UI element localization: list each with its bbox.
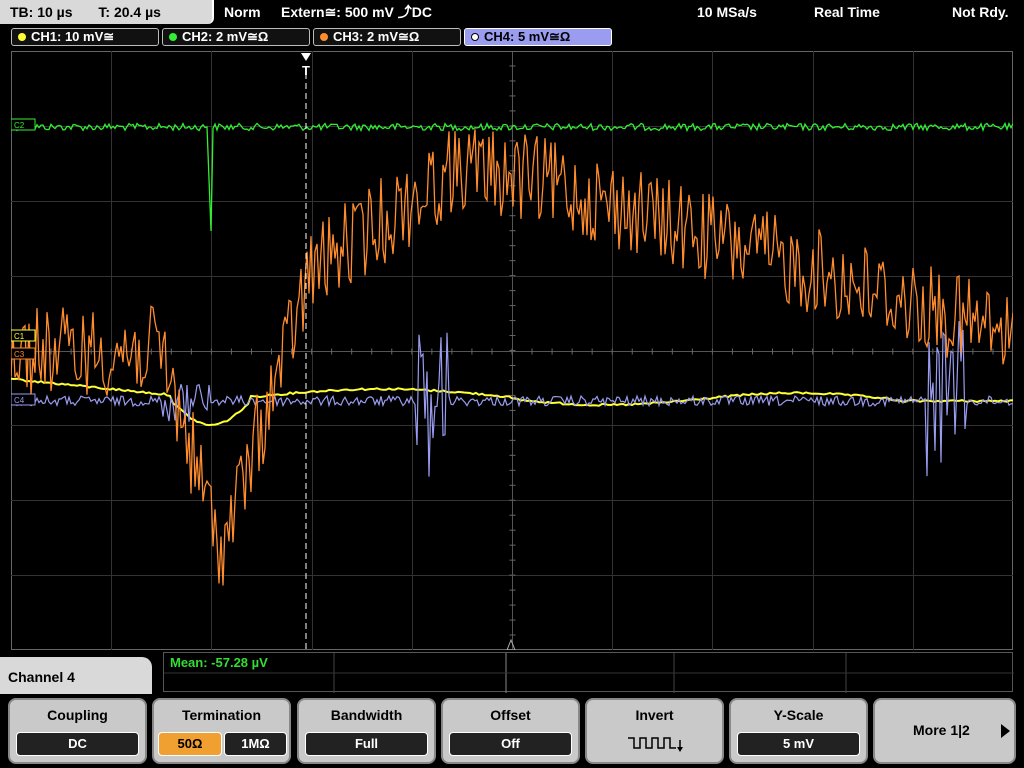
status-bar: TB: 10 µs T: 20.4 µs Norm Extern≅: 500 m… <box>0 0 1024 24</box>
coupling-title: Coupling <box>47 707 108 723</box>
graticule-grid <box>11 51 1013 650</box>
next-page-arrow-icon <box>1001 724 1010 738</box>
channel-4-marker[interactable]: C4 <box>11 393 36 406</box>
channel-3-color-dot <box>320 32 328 41</box>
more-softkey[interactable]: More 1|2 <box>873 698 1016 764</box>
bandwidth-title: Bandwidth <box>330 707 403 723</box>
channel-1-label: CH1: 10 mV≅ <box>31 29 115 44</box>
channel-4-label: CH4: 5 mV≅Ω <box>484 29 571 44</box>
measurement-grid <box>164 653 1014 693</box>
trigger-mode-label[interactable]: Norm <box>224 0 261 24</box>
channel-1-button[interactable]: CH1: 10 mV≅ <box>11 28 159 46</box>
y-scale-softkey[interactable]: Y-Scale 5 mV <box>729 698 868 764</box>
channel-2-color-dot <box>169 32 177 41</box>
timebase-box[interactable]: TB: 10 µs T: 20.4 µs <box>0 0 214 24</box>
channel-2-marker-label: C2 <box>14 121 25 130</box>
channel-4-color-dot <box>471 32 479 41</box>
channel-4-button[interactable]: CH4: 5 mV≅Ω <box>464 28 612 46</box>
channel-3-button[interactable]: CH3: 2 mV≅Ω <box>313 28 461 46</box>
termination-1mohm-option[interactable]: 1MΩ <box>224 732 287 756</box>
horizontal-position-marker[interactable] <box>506 638 516 650</box>
trigger-marker-label: T <box>302 63 310 78</box>
invert-title: Invert <box>635 707 674 723</box>
termination-title: Termination <box>181 707 262 723</box>
channel-1-marker-label: C1 <box>14 332 25 341</box>
offset-value[interactable]: Off <box>449 732 572 756</box>
trigger-source-label[interactable]: Extern≅: 500 mV ⤴DC <box>281 0 432 24</box>
bandwidth-softkey[interactable]: Bandwidth Full <box>297 698 436 764</box>
channel-2-button[interactable]: CH2: 2 mV≅Ω <box>162 28 310 46</box>
acquisition-mode-label: Real Time <box>814 4 880 20</box>
offset-title: Offset <box>490 707 531 723</box>
trigger-position-marker[interactable] <box>301 53 311 61</box>
invert-waveform-icon <box>628 737 683 752</box>
trigger-time-label: T: 20.4 µs <box>98 4 161 20</box>
more-label: More 1|2 <box>913 722 970 738</box>
channel-row: CH1: 10 mV≅ CH2: 2 mV≅Ω CH3: 2 mV≅Ω CH4:… <box>0 26 1024 48</box>
acquisition-status-label: Not Rdy. <box>952 4 1009 20</box>
termination-softkey[interactable]: Termination 50Ω 1MΩ <box>152 698 291 764</box>
waveform-svg: T C2 C1 C3 C4 <box>11 51 1013 650</box>
channel-2-label: CH2: 2 mV≅Ω <box>182 29 269 44</box>
coupling-softkey[interactable]: Coupling DC <box>8 698 147 764</box>
channel-4-marker-label: C4 <box>14 396 25 405</box>
coupling-value[interactable]: DC <box>16 732 139 756</box>
y-scale-value[interactable]: 5 mV <box>737 732 860 756</box>
channel-2-marker[interactable]: C2 <box>11 118 36 131</box>
measurement-panel: Mean: -57.28 µV <box>163 652 1014 693</box>
channel-1-marker[interactable]: C1 <box>11 329 36 342</box>
invert-softkey[interactable]: Invert <box>585 698 724 764</box>
offset-softkey[interactable]: Offset Off <box>441 698 580 764</box>
sample-rate-label: 10 MSa/s <box>697 4 757 20</box>
channel-1-color-dot <box>18 32 26 41</box>
waveform-display[interactable]: T C2 C1 C3 C4 <box>11 51 1013 650</box>
y-scale-title: Y-Scale <box>773 707 824 723</box>
timebase-label: TB: 10 µs <box>10 4 73 20</box>
channel-menu-tab: Channel 4 <box>0 657 152 697</box>
channel-3-marker-label: C3 <box>14 350 25 359</box>
channel-3-marker[interactable]: C3 <box>11 347 36 360</box>
termination-50ohm-option[interactable]: 50Ω <box>158 732 222 756</box>
softkey-bar: Coupling DC Termination 50Ω 1MΩ Bandwidt… <box>0 694 1024 768</box>
channel-3-label: CH3: 2 mV≅Ω <box>333 29 420 44</box>
bandwidth-value[interactable]: Full <box>305 732 428 756</box>
